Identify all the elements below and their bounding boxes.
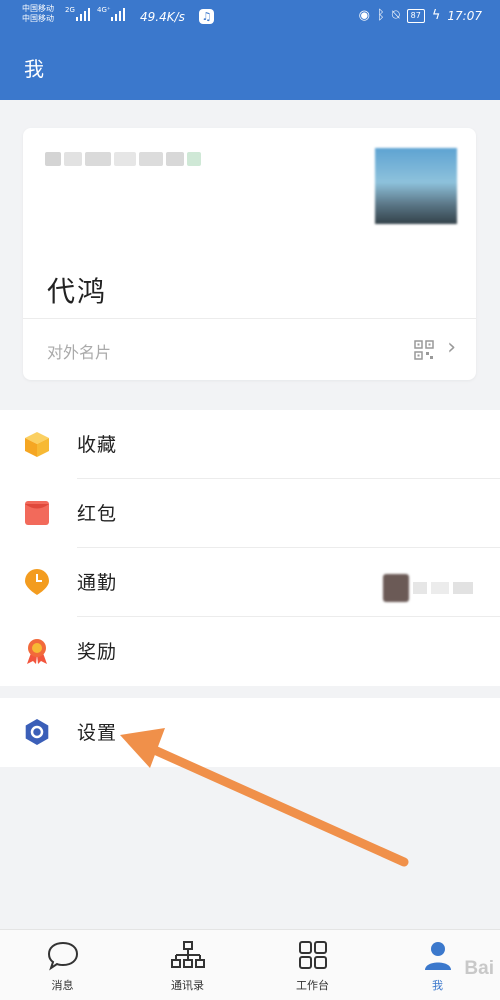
chat-bubble-icon xyxy=(47,941,79,971)
tab-workbench[interactable]: 工作台 xyxy=(250,930,375,1000)
tab-label: 通讯录 xyxy=(171,979,204,992)
grid-icon xyxy=(299,941,327,969)
tab-contacts[interactable]: 通讯录 xyxy=(125,930,250,1000)
tab-label: 工作台 xyxy=(296,979,329,992)
watermark-logo: Bai xyxy=(464,958,494,979)
annotation-arrow xyxy=(120,728,409,867)
org-chart-icon xyxy=(171,941,205,968)
tab-messages[interactable]: 消息 xyxy=(0,930,125,1000)
bottom-tab-bar: 消息 通讯录 工作台 我 Bai xyxy=(0,929,500,1000)
person-icon xyxy=(425,942,451,970)
tab-label: 消息 xyxy=(51,979,74,992)
